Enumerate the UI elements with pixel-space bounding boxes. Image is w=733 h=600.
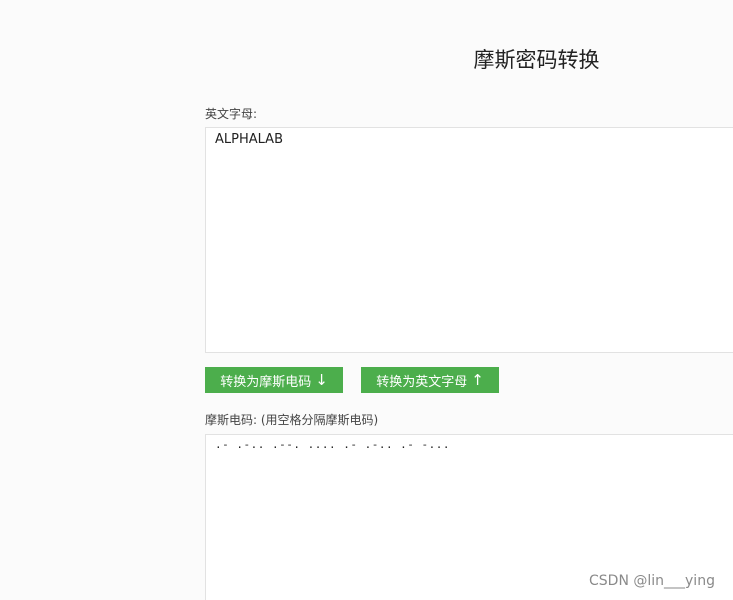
convert-to-morse-label: 转换为摩斯电码: [220, 374, 312, 390]
arrow-up-icon: ↑: [471, 371, 484, 389]
watermark-text: CSDN @lin___ying: [589, 573, 715, 589]
arrow-down-icon: ↓: [315, 371, 328, 389]
morse-converter-page: 摩斯密码转换 英文字母: 转换为摩斯电码 ↓ 转换为英文字母 ↑ 摩斯电码: (…: [0, 0, 733, 600]
english-input-label: 英文字母:: [205, 107, 258, 121]
morse-input-label: 摩斯电码: (用空格分隔摩斯电码): [205, 413, 379, 427]
convert-to-english-label: 转换为英文字母: [376, 374, 468, 390]
page-title: 摩斯密码转换: [473, 48, 600, 72]
convert-to-english-button[interactable]: 转换为英文字母 ↑: [361, 367, 499, 393]
convert-to-morse-button[interactable]: 转换为摩斯电码 ↓: [205, 367, 343, 393]
english-text-input[interactable]: [205, 127, 733, 353]
